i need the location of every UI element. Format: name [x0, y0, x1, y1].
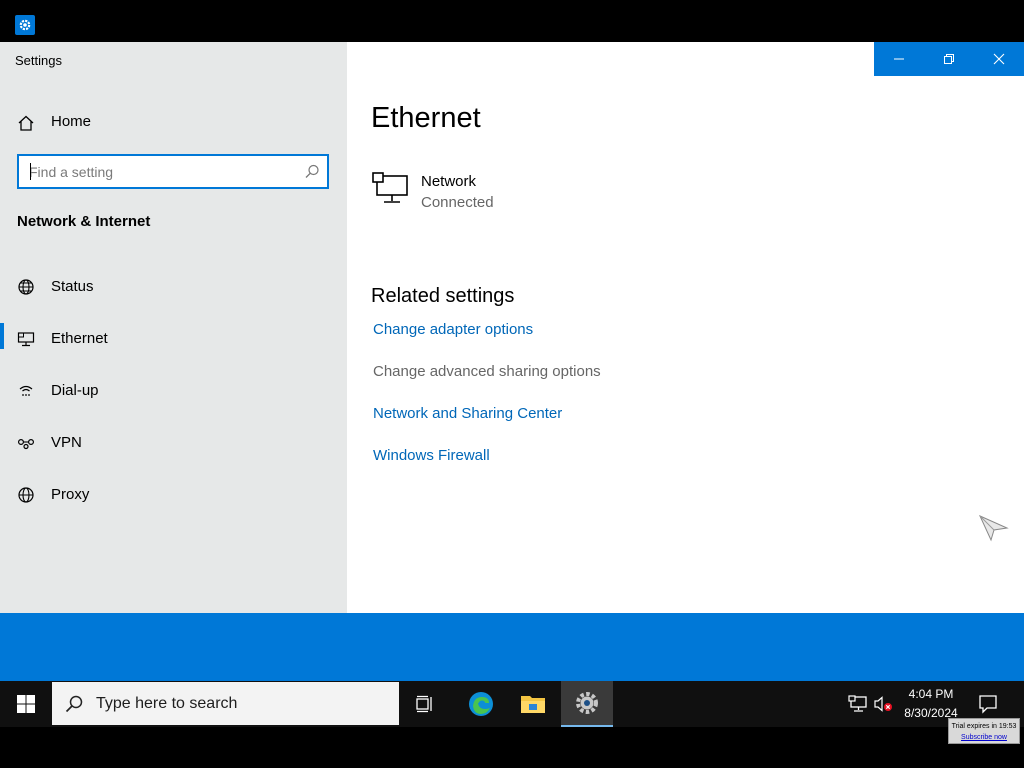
bottom-black-bar — [0, 727, 1024, 768]
taskbar-search-box[interactable]: Type here to search — [52, 682, 399, 725]
file-explorer-button[interactable] — [509, 681, 557, 727]
page-title: Ethernet — [371, 102, 481, 134]
edge-browser-icon — [469, 692, 493, 716]
restore-icon — [944, 54, 954, 64]
window-title: Settings — [15, 53, 62, 68]
ethernet-icon — [17, 332, 35, 347]
taskbar: Type here to search 4:04 PM 8/30/2024 — [0, 681, 1024, 727]
sidebar-item-vpn[interactable]: VPN — [0, 425, 347, 461]
volume-muted-icon — [874, 696, 892, 712]
sidebar-item-label: Home — [51, 113, 92, 130]
globe-status-icon — [18, 279, 34, 295]
trial-text: Trial expires in 19:53 — [951, 723, 1017, 730]
home-icon — [18, 115, 34, 131]
sidebar-item-label: Proxy — [51, 486, 90, 503]
windows-logo-icon — [17, 695, 35, 713]
task-view-icon — [416, 695, 432, 713]
settings-window: Settings Home Network & Internet Status … — [0, 42, 1024, 613]
task-view-button[interactable] — [401, 681, 449, 727]
close-button[interactable] — [974, 42, 1024, 76]
sidebar: Settings Home Network & Internet Status … — [0, 42, 347, 613]
minimize-button[interactable] — [874, 42, 924, 76]
settings-gear-icon — [576, 692, 598, 714]
desktop-background — [0, 613, 1024, 681]
globe-icon — [18, 487, 34, 503]
windows-firewall-link[interactable]: Windows Firewall — [373, 447, 490, 464]
clock-time: 4:04 PM — [908, 687, 954, 701]
window-controls — [874, 42, 1024, 76]
search-icon — [65, 695, 83, 713]
dialup-icon — [19, 385, 33, 396]
network-status: Connected — [421, 194, 494, 211]
related-settings-title: Related settings — [371, 285, 515, 307]
search-icon[interactable] — [303, 163, 321, 181]
folder-icon — [521, 696, 545, 713]
taskbar-search-placeholder: Type here to search — [96, 695, 238, 712]
network-sharing-center-link[interactable]: Network and Sharing Center — [373, 405, 562, 422]
section-title: Network & Internet — [17, 213, 151, 230]
network-name[interactable]: Network — [421, 173, 476, 190]
network-tray-icon — [848, 695, 867, 712]
minimize-icon — [894, 58, 904, 60]
sidebar-item-home[interactable]: Home — [0, 106, 347, 138]
settings-taskbar-button[interactable] — [561, 681, 613, 727]
sidebar-item-label: Status — [51, 278, 94, 295]
change-adapter-options-link[interactable]: Change adapter options — [373, 321, 533, 338]
volume-tray-button[interactable] — [871, 681, 895, 727]
subscribe-now-link[interactable]: Subscribe now — [949, 732, 1019, 743]
find-setting-search[interactable] — [17, 154, 329, 189]
sidebar-item-status[interactable]: Status — [0, 269, 347, 305]
sidebar-item-proxy[interactable]: Proxy — [0, 477, 347, 513]
trial-notice: Trial expires in 19:53 Subscribe now — [948, 718, 1020, 744]
main-content: Ethernet Network Connected Related setti… — [347, 42, 1024, 613]
active-indicator — [0, 323, 4, 349]
top-bar — [0, 0, 1024, 42]
sidebar-item-label: Dial-up — [51, 382, 99, 399]
sidebar-item-ethernet[interactable]: Ethernet — [0, 321, 347, 357]
change-advanced-sharing-link[interactable]: Change advanced sharing options — [373, 363, 601, 380]
text-cursor — [30, 163, 31, 180]
search-input[interactable] — [19, 156, 289, 187]
mouse-pointer-icon — [978, 515, 1009, 542]
sidebar-item-label: VPN — [51, 434, 82, 451]
sidebar-item-dialup[interactable]: Dial-up — [0, 373, 347, 409]
start-button[interactable] — [0, 681, 52, 727]
edge-button[interactable] — [457, 681, 505, 727]
network-ethernet-icon[interactable] — [371, 172, 411, 206]
vpn-icon — [17, 438, 35, 450]
notification-icon — [979, 695, 997, 714]
close-icon — [993, 53, 1005, 65]
restore-button[interactable] — [924, 42, 974, 76]
sidebar-item-label: Ethernet — [51, 330, 108, 347]
settings-gear-icon — [15, 15, 35, 35]
network-tray-button[interactable] — [845, 681, 871, 727]
